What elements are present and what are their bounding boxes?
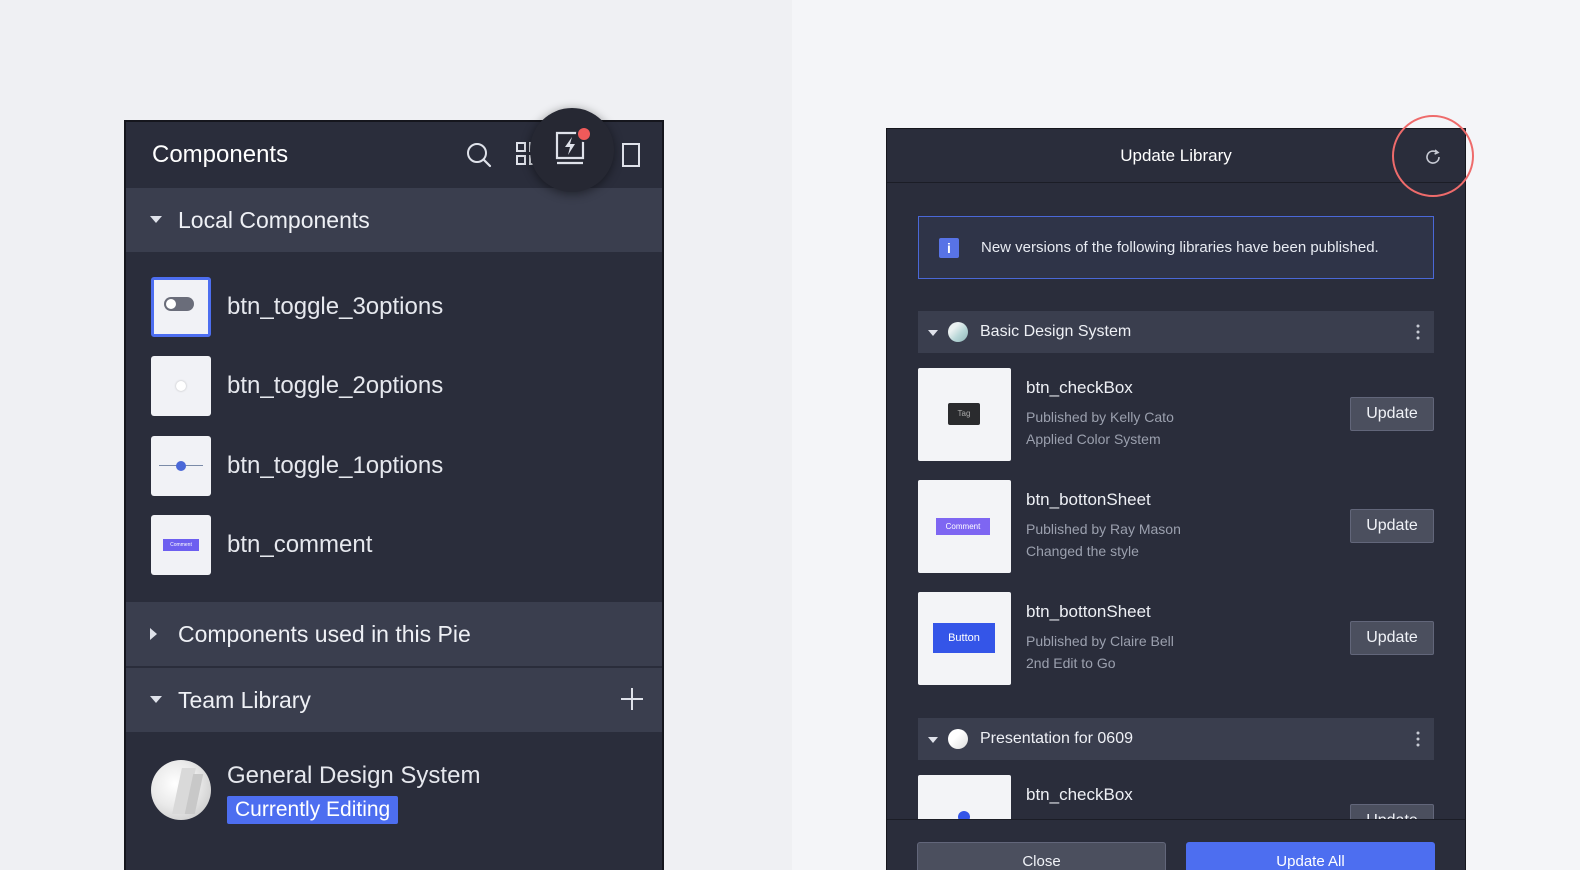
caret-right-icon (150, 628, 164, 640)
currently-editing-badge: Currently Editing (227, 796, 399, 824)
panel-icon[interactable] (621, 142, 643, 173)
item-note: Changed the style (1026, 543, 1139, 559)
library-avatar (151, 760, 211, 820)
section-components-used[interactable]: Components used in this Pie (126, 602, 662, 666)
library-name: General Design System (227, 762, 481, 789)
library-group-header[interactable]: Basic Design System (918, 311, 1434, 353)
component-item[interactable]: Comment btn_comment (151, 515, 372, 575)
button-chip: Button (933, 623, 995, 653)
info-text: New versions of the following libraries … (981, 239, 1379, 256)
update-button[interactable]: Update (1350, 397, 1434, 431)
comment-chip: Comment (936, 518, 990, 535)
component-name: btn_comment (227, 531, 373, 558)
library-group-name: Basic Design System (980, 323, 1132, 340)
component-thumbnail (151, 277, 211, 337)
item-name: btn_bottonSheet (1026, 602, 1151, 621)
update-button[interactable]: Update (1350, 621, 1434, 655)
tag-chip: Tag (948, 403, 980, 425)
section-team-library[interactable]: Team Library (126, 668, 662, 732)
component-thumbnail: Button (918, 592, 1011, 685)
library-update-item: Button btn_bottonSheet Published by Clai… (918, 592, 1434, 685)
add-library-icon[interactable] (620, 687, 644, 716)
notification-dot (578, 128, 590, 140)
update-all-button[interactable]: Update All (1186, 842, 1435, 870)
component-thumbnail (151, 356, 211, 416)
item-publisher: Published by Ray Mason (1026, 521, 1181, 537)
info-icon: i (939, 237, 959, 258)
component-thumbnail (151, 436, 211, 496)
section-label: Components used in this Pie (178, 620, 471, 647)
panel-title: Components (152, 141, 289, 168)
caret-down-icon (928, 730, 938, 748)
dialog-footer: Close Update All (887, 819, 1465, 870)
item-name: btn_checkBox (1026, 378, 1133, 397)
caret-down-icon (150, 696, 164, 704)
library-avatar (948, 322, 968, 342)
info-banner: i New versions of the following librarie… (918, 216, 1434, 279)
item-name: btn_bottonSheet (1026, 490, 1151, 509)
item-note: Applied Color System (1026, 431, 1161, 447)
caret-down-icon (928, 323, 938, 341)
component-name: btn_toggle_1options (227, 452, 444, 479)
component-item[interactable]: btn_toggle_1options (151, 436, 443, 496)
component-item[interactable]: btn_toggle_3options (151, 277, 443, 337)
section-local-components[interactable]: Local Components (126, 188, 662, 252)
item-note: 2nd Edit to Go (1026, 655, 1116, 671)
more-options-icon[interactable] (1416, 324, 1420, 345)
item-publisher: Published by Claire Bell (1026, 633, 1174, 649)
update-library-dialog: Update Library i New versions of the fol… (886, 128, 1466, 870)
team-library-item[interactable]: General Design System Currently Editing (151, 760, 480, 824)
library-update-button[interactable] (530, 108, 614, 192)
library-update-item: Comment btn_bottonSheet Published by Ray… (918, 480, 1434, 573)
component-thumbnail: Comment (151, 515, 211, 575)
dialog-title: Update Library (1120, 146, 1232, 165)
library-group-header[interactable]: Presentation for 0609 (918, 718, 1434, 760)
components-panel: Components Local Components btn_toggle_3… (124, 120, 664, 870)
component-thumbnail: Tag (918, 368, 1011, 461)
search-icon[interactable] (466, 142, 492, 173)
refresh-icon[interactable] (1424, 148, 1442, 171)
component-name: btn_toggle_3options (227, 293, 444, 320)
section-label: Local Components (178, 206, 370, 233)
comment-chip: Comment (163, 539, 199, 551)
item-name: btn_checkBox (1026, 785, 1133, 804)
dialog-header: Update Library (887, 129, 1465, 183)
toggle-icon (164, 297, 194, 311)
close-button[interactable]: Close (917, 842, 1166, 870)
more-options-icon[interactable] (1416, 731, 1420, 752)
toggle-dot-icon (176, 381, 186, 391)
slider-knob-icon (176, 461, 186, 471)
item-publisher: Published by Kelly Cato (1026, 409, 1174, 425)
component-item[interactable]: btn_toggle_2options (151, 356, 443, 416)
component-thumbnail: Comment (918, 480, 1011, 573)
library-avatar (948, 729, 968, 749)
library-update-item: Tag btn_checkBox Published by Kelly Cato… (918, 368, 1434, 461)
section-label: Team Library (178, 686, 311, 713)
library-group-name: Presentation for 0609 (980, 730, 1133, 747)
component-name: btn_toggle_2options (227, 372, 444, 399)
update-button[interactable]: Update (1350, 509, 1434, 543)
caret-down-icon (150, 216, 164, 224)
